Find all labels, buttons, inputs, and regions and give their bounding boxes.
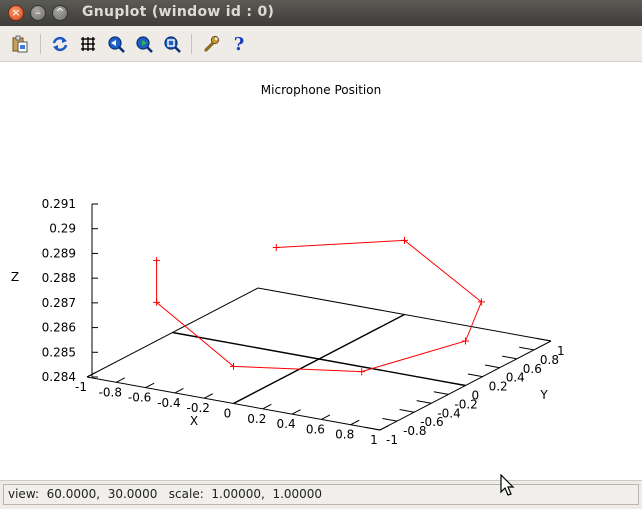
x-tick xyxy=(321,414,331,420)
z-tick-label: 0.288 xyxy=(42,271,76,285)
z-tick-label: 0.285 xyxy=(42,345,76,359)
toggle-grid-button[interactable] xyxy=(77,33,99,55)
y-tick-label: 1 xyxy=(557,344,565,358)
next-zoom-button[interactable] xyxy=(133,33,155,55)
x-tick-label: 0.6 xyxy=(306,422,325,436)
y-tick xyxy=(467,373,483,378)
x-tick-label: -1 xyxy=(75,380,87,394)
window-titlebar: × – ^ Gnuplot (window id : 0) xyxy=(0,0,642,26)
x-tick-label: 0.2 xyxy=(247,412,266,426)
plot-area[interactable]: Microphone Position -1 -0.8 -0.6 -0.4 -0.2 0 0… xyxy=(0,62,642,480)
x-axis-label: X xyxy=(190,414,198,428)
wrench-icon xyxy=(204,35,220,52)
close-window-button[interactable]: × xyxy=(8,5,24,21)
y-tick xyxy=(519,346,534,351)
chart-svg[interactable]: Microphone Position -1 -0.8 -0.6 -0.4 -0.2 0 0… xyxy=(0,62,642,480)
x-tick-label: -0.8 xyxy=(99,385,122,399)
z-axis-label: Z xyxy=(11,270,19,284)
maximize-window-button[interactable]: ^ xyxy=(52,5,68,21)
x-tick-label: -0.6 xyxy=(128,391,151,405)
y-axis-label: Y xyxy=(539,388,548,402)
maximize-icon: ^ xyxy=(55,6,65,19)
status-text: view: 60.0000, 30.0000 scale: 1.00000, 1… xyxy=(3,484,639,505)
z-tick-label: 0.289 xyxy=(42,246,76,260)
y-tick xyxy=(484,364,500,369)
x-tick-label: 0.4 xyxy=(277,417,296,431)
x-tick xyxy=(291,409,301,415)
toolbar-separator xyxy=(191,34,192,54)
x-tick xyxy=(145,382,155,389)
data-point-marker xyxy=(462,337,469,345)
clipboard-icon xyxy=(12,35,28,53)
y-tick-label: 0 xyxy=(472,389,480,403)
x-tick xyxy=(379,425,389,431)
chart-tick-labels: -1 -0.8 -0.6 -0.4 -0.2 0 0.2 0.4 0.6 0.8 1 -1-0.8-0… xyxy=(42,197,565,447)
zoom-autoscale-icon xyxy=(164,36,181,53)
refresh-icon xyxy=(52,36,68,52)
z-tick-label: 0.287 xyxy=(42,296,76,310)
chart-title: Microphone Position xyxy=(261,83,381,97)
x-tick-label: 0 xyxy=(224,407,232,421)
x-tick-label: -0.4 xyxy=(157,396,180,410)
series-line xyxy=(153,236,485,376)
y-tick xyxy=(536,337,552,342)
z-tick-label: 0.284 xyxy=(42,370,76,384)
close-icon: × xyxy=(11,6,21,19)
y-tick-label: -1 xyxy=(386,433,398,447)
y-tick xyxy=(365,426,381,431)
minimize-window-button[interactable]: – xyxy=(30,5,46,21)
settings-button[interactable] xyxy=(200,33,222,55)
minimize-icon: – xyxy=(35,6,41,19)
statusbar: view: 60.0000, 30.0000 scale: 1.00000, 1… xyxy=(0,480,642,509)
y-tick xyxy=(416,400,432,404)
y-tick xyxy=(433,391,449,395)
toolbar: ? xyxy=(0,26,642,62)
autoscale-button[interactable] xyxy=(161,33,183,55)
data-point-marker xyxy=(153,256,161,264)
data-point-marker xyxy=(358,368,366,376)
z-tick-label: 0.286 xyxy=(42,321,76,335)
x-tick xyxy=(86,372,96,378)
copy-to-clipboard-button[interactable] xyxy=(9,33,31,55)
x-tick xyxy=(350,419,360,426)
z-tick-label: 0.29 xyxy=(49,222,76,236)
x-tick-label: 0.8 xyxy=(335,428,354,442)
z-tick-label: 0.291 xyxy=(42,197,76,211)
x-tick xyxy=(203,393,213,399)
x-tick xyxy=(262,403,272,410)
zoom-previous-icon xyxy=(108,36,125,53)
mouse-pointer-icon xyxy=(500,474,515,496)
x-tick-label: 1 xyxy=(370,433,378,447)
help-button[interactable]: ? xyxy=(228,33,250,55)
x-tick xyxy=(233,398,243,404)
zoom-next-icon xyxy=(136,36,153,53)
help-icon: ? xyxy=(233,33,245,55)
series-polyline xyxy=(156,239,483,373)
grid-icon xyxy=(81,37,95,51)
y-tick xyxy=(450,382,466,386)
previous-zoom-button[interactable] xyxy=(105,33,127,55)
window-title: Gnuplot (window id : 0) xyxy=(82,4,275,20)
y-tick xyxy=(502,355,517,360)
y-zero-axis xyxy=(172,331,466,387)
data-point-marker xyxy=(272,244,280,252)
x-tick xyxy=(116,377,126,383)
toolbar-separator xyxy=(40,34,41,54)
y-tick xyxy=(382,417,398,422)
x-tick xyxy=(174,388,184,394)
y-tick xyxy=(399,409,415,413)
replot-button[interactable] xyxy=(49,33,71,55)
